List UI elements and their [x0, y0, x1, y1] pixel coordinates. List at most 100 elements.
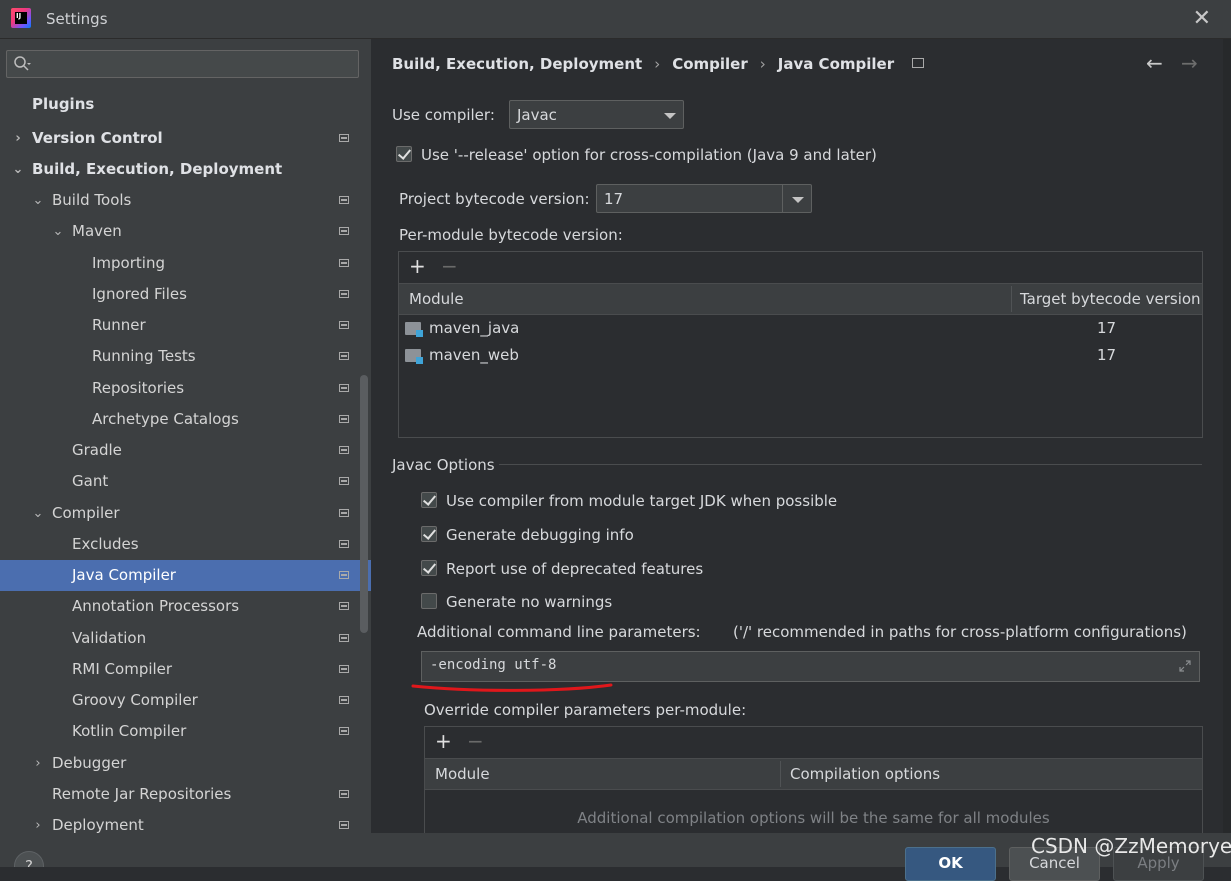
project-level-icon: [339, 790, 349, 798]
use-module-jdk-checkbox[interactable]: [421, 492, 437, 508]
deprecated-features-label: Report use of deprecated features: [446, 560, 704, 578]
chevron-down-icon[interactable]: ⌄: [51, 216, 65, 247]
table-row[interactable]: maven_java 17: [399, 316, 1202, 343]
ok-button[interactable]: OK: [905, 847, 996, 881]
sidebar-item-repositories[interactable]: Repositories: [0, 373, 371, 404]
add-icon[interactable]: +: [409, 254, 426, 278]
additional-params-input[interactable]: -encoding utf-8: [421, 651, 1200, 682]
sidebar-item-compiler[interactable]: ⌄ Compiler: [0, 498, 371, 529]
additional-params-value: -encoding utf-8: [430, 657, 557, 673]
sidebar-item-remote-jar-repositories[interactable]: Remote Jar Repositories: [0, 779, 371, 810]
sidebar-item-version-control[interactable]: › Version Control: [0, 123, 371, 154]
use-compiler-value: Javac: [517, 106, 557, 124]
sidebar-item-gant[interactable]: Gant: [0, 466, 371, 497]
title-bar: IJ Settings ✕: [0, 0, 1231, 39]
sidebar-item-gradle[interactable]: Gradle: [0, 435, 371, 466]
debugging-info-checkbox[interactable]: [421, 526, 437, 542]
sidebar-item-excludes[interactable]: Excludes: [0, 529, 371, 560]
search-icon: [14, 56, 31, 71]
remove-icon: −: [467, 729, 484, 753]
project-level-icon: [912, 58, 925, 68]
no-warnings-label: Generate no warnings: [446, 593, 613, 611]
module-folder-icon: [405, 349, 423, 364]
no-warnings-checkbox[interactable]: [421, 593, 437, 609]
help-button[interactable]: ?: [14, 851, 44, 867]
sidebar-item-label: Annotation Processors: [72, 597, 240, 615]
breadcrumb: Build, Execution, Deployment › Compiler › Ja…: [392, 55, 925, 73]
sidebar-item-label: Gradle: [72, 441, 122, 459]
use-compiler-select[interactable]: Javac: [509, 100, 684, 129]
settings-sidebar: Plugins › Version Control ⌄ Build, Execu…: [0, 39, 371, 867]
chevron-down-icon[interactable]: ⌄: [31, 185, 45, 216]
chevron-down-icon[interactable]: ⌄: [31, 498, 45, 529]
close-icon[interactable]: ✕: [1193, 6, 1211, 31]
sidebar-item-java-compiler[interactable]: Java Compiler: [0, 560, 371, 591]
sidebar-scrollbar[interactable]: [360, 375, 368, 633]
sidebar-item-label: Build Tools: [52, 191, 132, 209]
sidebar-item-label: Debugger: [52, 754, 127, 772]
target-version[interactable]: 17: [1097, 319, 1116, 337]
sidebar-item-label: Repositories: [92, 379, 185, 397]
table-row[interactable]: maven_web 17: [399, 343, 1202, 370]
sidebar-item-label: Archetype Catalogs: [92, 410, 239, 428]
debugging-info-label: Generate debugging info: [446, 526, 634, 544]
section-divider: [499, 464, 1202, 465]
module-name: maven_java: [429, 319, 520, 337]
table-header: Module Compilation options: [425, 758, 1202, 790]
column-divider[interactable]: [1011, 286, 1012, 312]
sidebar-item-debugger[interactable]: › Debugger: [0, 748, 371, 779]
breadcrumb-item[interactable]: Compiler: [672, 55, 748, 73]
column-header-target-version[interactable]: Target bytecode version: [1020, 290, 1201, 308]
column-header-module[interactable]: Module: [435, 765, 490, 783]
column-header-compilation-options[interactable]: Compilation options: [790, 765, 940, 783]
sidebar-item-rmi-compiler[interactable]: RMI Compiler: [0, 654, 371, 685]
column-header-module[interactable]: Module: [409, 290, 464, 308]
search-input[interactable]: [6, 50, 359, 78]
column-divider[interactable]: [780, 761, 781, 787]
chevron-right-icon[interactable]: ›: [11, 123, 25, 154]
project-level-icon: [339, 634, 349, 642]
sidebar-item-label: Validation: [72, 629, 147, 647]
sidebar-item-label: Importing: [92, 254, 165, 272]
sidebar-item-kotlin-compiler[interactable]: Kotlin Compiler: [0, 716, 371, 747]
sidebar-item-annotation-processors[interactable]: Annotation Processors: [0, 591, 371, 622]
sidebar-item-build-execution-deployment[interactable]: ⌄ Build, Execution, Deployment: [0, 154, 371, 185]
sidebar-item-maven[interactable]: ⌄ Maven: [0, 216, 371, 247]
sidebar-item-importing[interactable]: Importing: [0, 248, 371, 279]
project-bytecode-select[interactable]: 17: [596, 184, 812, 213]
sidebar-item-runner[interactable]: Runner: [0, 310, 371, 341]
chevron-down-icon[interactable]: ⌄: [11, 154, 25, 185]
project-level-icon: [339, 509, 349, 517]
override-label: Override compiler parameters per-module:: [424, 701, 747, 719]
project-level-icon: [339, 727, 349, 735]
sidebar-item-label: Java Compiler: [72, 566, 176, 584]
project-level-icon: [339, 602, 349, 610]
sidebar-item-running-tests[interactable]: Running Tests: [0, 341, 371, 372]
sidebar-item-groovy-compiler[interactable]: Groovy Compiler: [0, 685, 371, 716]
window-edge: [1223, 39, 1231, 867]
add-icon[interactable]: +: [435, 729, 452, 753]
sidebar-item-label: Kotlin Compiler: [72, 722, 187, 740]
breadcrumb-item[interactable]: Build, Execution, Deployment: [392, 55, 642, 73]
expand-icon[interactable]: [1179, 660, 1191, 672]
sidebar-item-build-tools[interactable]: ⌄ Build Tools: [0, 185, 371, 216]
release-option-checkbox[interactable]: [396, 146, 412, 162]
per-module-bytecode-table: + − Module Target bytecode version maven…: [398, 251, 1203, 438]
deprecated-features-checkbox[interactable]: [421, 560, 437, 576]
sidebar-item-label: Remote Jar Repositories: [52, 785, 232, 803]
sidebar-item-plugins[interactable]: Plugins: [0, 89, 371, 120]
sidebar-item-deployment[interactable]: › Deployment: [0, 810, 371, 841]
sidebar-item-label: Groovy Compiler: [72, 691, 198, 709]
back-arrow-icon[interactable]: ←: [1146, 51, 1163, 75]
target-version[interactable]: 17: [1097, 346, 1116, 364]
sidebar-item-archetype-catalogs[interactable]: Archetype Catalogs: [0, 404, 371, 435]
breadcrumb-item: Java Compiler: [777, 55, 895, 73]
project-bytecode-label: Project bytecode version:: [399, 190, 590, 208]
sidebar-item-validation[interactable]: Validation: [0, 623, 371, 654]
sidebar-item-label: Runner: [92, 316, 146, 334]
sidebar-item-label: Ignored Files: [92, 285, 187, 303]
sidebar-item-ignored-files[interactable]: Ignored Files: [0, 279, 371, 310]
chevron-right-icon[interactable]: ›: [31, 810, 45, 841]
sidebar-item-label: RMI Compiler: [72, 660, 173, 678]
chevron-right-icon[interactable]: ›: [31, 748, 45, 779]
